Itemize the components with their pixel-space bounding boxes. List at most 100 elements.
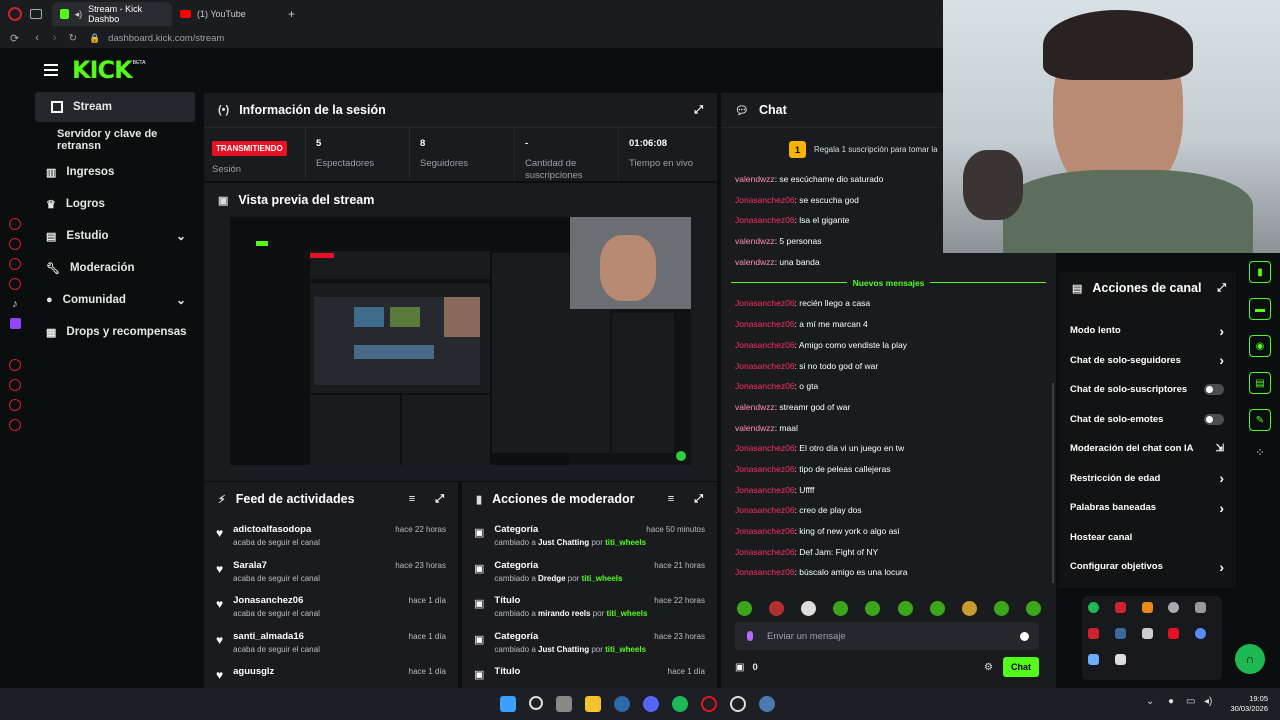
popout-icon[interactable]: ⤢	[694, 104, 703, 117]
feed-username[interactable]: adictoalfasodopa	[233, 524, 320, 535]
channel-action-item[interactable]: Palabras baneadas ›	[1058, 493, 1236, 523]
tab-kick-mute-icon[interactable]: ◂)	[75, 9, 83, 20]
wrench-quick-icon[interactable]: ✎	[1249, 409, 1271, 431]
ai-icon[interactable]	[9, 218, 21, 230]
popout-icon[interactable]: ⤢	[435, 493, 444, 506]
clock[interactable]: 19:05 30/03/2026	[1224, 694, 1268, 714]
feed-item[interactable]: ♥ adictoalfasodopa acaba de seguir el cana…	[204, 516, 458, 552]
opera-icon[interactable]	[701, 696, 717, 712]
popout-icon[interactable]: ⤢	[694, 493, 703, 506]
app-tray-icon[interactable]	[1114, 654, 1126, 665]
settings-icon[interactable]	[9, 419, 21, 431]
emote-icon[interactable]	[1025, 601, 1041, 616]
broadcast-quick-icon[interactable]: ◉	[1249, 335, 1271, 357]
chat-input-placeholder[interactable]: Enviar un mensaje	[767, 631, 846, 642]
microphone-tray-icon[interactable]: ●	[1168, 696, 1174, 707]
windows-start-icon[interactable]	[500, 696, 516, 712]
emote-icon[interactable]	[769, 601, 785, 616]
chat-username[interactable]: Jonasanchez06	[735, 298, 795, 308]
feed-username[interactable]: aguusglz	[233, 666, 274, 677]
sidebar-item-ingresos[interactable]: ▥ Ingresos	[30, 156, 200, 188]
emote-icon[interactable]	[993, 601, 1009, 616]
chat-username[interactable]: Jonasanchez06	[735, 361, 795, 371]
extension-icon[interactable]	[9, 238, 21, 250]
mod-action-user[interactable]: titi_wheels	[605, 538, 646, 547]
channel-action-item[interactable]: Restricción de edad ›	[1058, 464, 1236, 494]
emote-icon[interactable]	[833, 601, 849, 616]
url-field[interactable]: dashboard.kick.com/stream	[108, 33, 224, 44]
emote-icon[interactable]	[961, 601, 977, 616]
quick-action-icon[interactable]: ▮	[1249, 261, 1271, 283]
spotify-tray-icon[interactable]	[1088, 602, 1099, 613]
mod-action-user[interactable]: titi_wheels	[605, 645, 646, 654]
spotify-icon[interactable]	[672, 696, 688, 712]
app-tray-icon[interactable]	[1141, 602, 1153, 613]
chat-username[interactable]: Jonasanchez06	[735, 567, 795, 577]
emote-icon[interactable]	[865, 601, 881, 616]
twitch-icon[interactable]	[9, 318, 21, 329]
reload-icon[interactable]: ↻	[69, 33, 77, 44]
channel-action-item[interactable]: Chat de solo-emotes	[1058, 405, 1236, 435]
steam-icon[interactable]	[614, 696, 630, 712]
reload-sidebar-icon[interactable]: ⟳	[10, 32, 19, 45]
chat-settings-icon[interactable]: ⚙	[984, 662, 993, 673]
back-icon[interactable]: ‹	[35, 32, 39, 44]
channel-action-item[interactable]: Chat de solo-suscriptores	[1058, 375, 1236, 405]
chat-username[interactable]: Jonasanchez06	[735, 215, 795, 225]
task-view-icon[interactable]	[556, 696, 572, 712]
chat-username[interactable]: Jonasanchez06	[735, 195, 795, 205]
channel-action-item[interactable]: Hostear canal	[1058, 523, 1236, 553]
feed-username[interactable]: Jonasanchez06	[233, 595, 320, 606]
sidebar-item-logros[interactable]: ♛ Logros	[30, 188, 200, 220]
wallet-icon[interactable]	[9, 258, 21, 270]
toggle-switch[interactable]	[1204, 384, 1224, 396]
network-icon[interactable]: ▭	[1186, 696, 1195, 707]
app-tray-icon[interactable]	[1168, 602, 1180, 613]
channel-action-item[interactable]: Moderación del chat con IA ⇲	[1058, 434, 1236, 464]
sidebar-item-server-key[interactable]: Servidor y clave de retransn	[30, 124, 200, 156]
kick-logo[interactable]: KICK	[72, 56, 133, 84]
emoji-icon[interactable]	[1020, 631, 1029, 641]
app-tray-icon[interactable]	[1195, 602, 1207, 613]
filter-icon[interactable]: ≡	[668, 493, 674, 505]
opera-gx-icon[interactable]	[730, 696, 746, 712]
chat-username[interactable]: Jonasanchez06	[735, 526, 795, 536]
emote-icon[interactable]	[737, 601, 752, 616]
steam-alt-icon[interactable]	[759, 696, 775, 712]
volume-icon[interactable]: ◂)	[1204, 696, 1212, 707]
feed-username[interactable]: santi_almada16	[233, 631, 320, 642]
emote-icon[interactable]	[801, 601, 817, 616]
chat-username[interactable]: Jonasanchez06	[735, 485, 795, 495]
more-icon[interactable]: ⁘	[1255, 446, 1264, 459]
new-tab-button[interactable]: +	[288, 7, 295, 21]
mod-action-user[interactable]: titi_wheels	[606, 609, 647, 618]
chat-username[interactable]: valendwzz	[735, 423, 775, 433]
app-tray-icon[interactable]	[1088, 628, 1099, 639]
forward-icon[interactable]: ›	[53, 32, 57, 44]
file-explorer-icon[interactable]	[585, 696, 601, 712]
search-icon[interactable]	[529, 696, 543, 710]
microphone-icon[interactable]	[747, 631, 753, 641]
feed-item[interactable]: ♥ aguusglz hace 1 día	[204, 658, 458, 688]
app-tray-icon[interactable]	[1141, 628, 1153, 639]
channel-action-item[interactable]: Chat de solo-seguidores ›	[1058, 346, 1236, 376]
chat-username[interactable]: Jonasanchez06	[735, 443, 795, 453]
sidebar-item-stream[interactable]: Stream	[35, 92, 195, 122]
chat-username[interactable]: Jonasanchez06	[735, 340, 795, 350]
chat-username[interactable]: Jonasanchez06	[735, 319, 795, 329]
share-icon[interactable]	[9, 399, 21, 411]
sidebar-item-moderacion[interactable]: 🔧︎ Moderación	[30, 252, 200, 284]
channel-action-item[interactable]: Modo lento ›	[1058, 316, 1236, 346]
chat-username[interactable]: valendwzz	[735, 174, 775, 184]
feed-username[interactable]: Sarala7	[233, 560, 320, 571]
channel-action-item[interactable]: Configurar objetivos ›	[1058, 552, 1236, 582]
chat-username[interactable]: valendwzz	[735, 236, 775, 246]
chat-send-button[interactable]: Chat	[1003, 657, 1039, 677]
app-tray-icon[interactable]	[1168, 628, 1180, 639]
feed-item[interactable]: ♥ Sarala7 acaba de seguir el canal hace 23 …	[204, 552, 458, 588]
chat-username[interactable]: Jonasanchez06	[735, 547, 795, 557]
chat-scrollbar[interactable]	[1052, 383, 1054, 583]
chat-username[interactable]: valendwzz	[735, 402, 775, 412]
clock-icon[interactable]	[9, 379, 21, 391]
tiktok-icon[interactable]: ♪	[12, 298, 18, 310]
